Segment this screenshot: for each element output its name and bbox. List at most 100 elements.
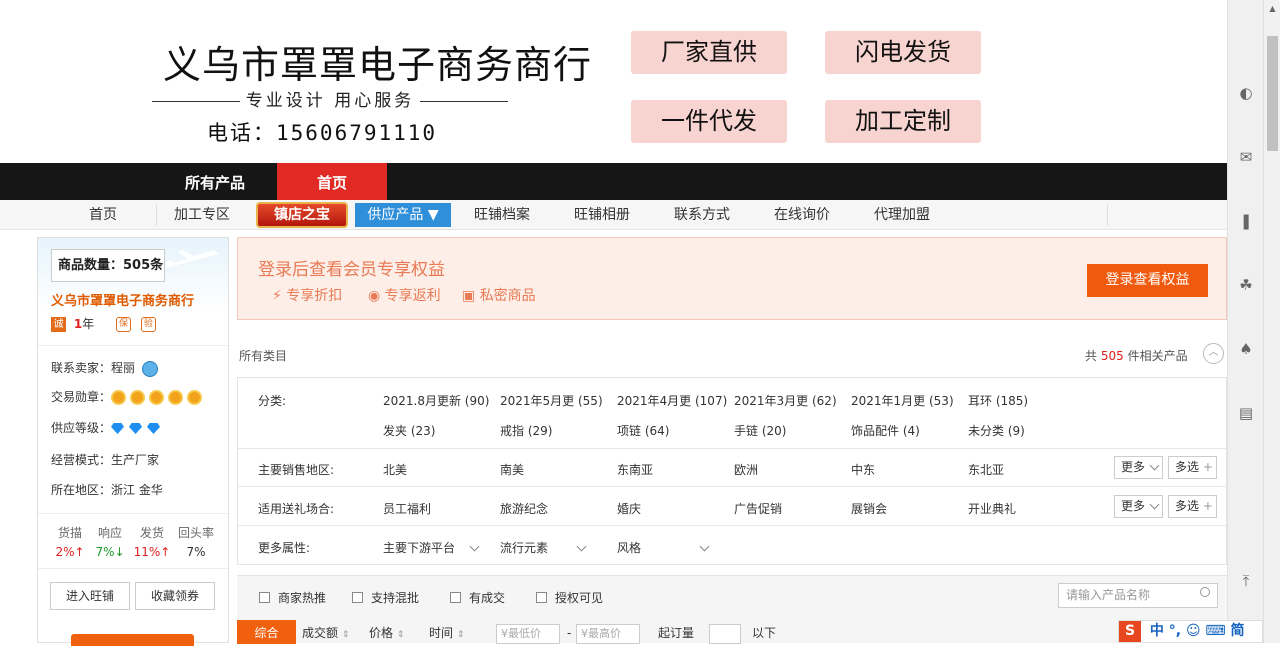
subnav-divider (156, 204, 157, 226)
business-mode-row: 经营模式：生产厂家 (51, 451, 159, 468)
sort-time[interactable]: 时间 ⇕ (429, 620, 464, 644)
category-item[interactable]: 耳环 (185) (968, 392, 1028, 409)
checkbox[interactable] (259, 592, 270, 603)
wangwang-chat-icon[interactable] (141, 360, 158, 377)
checkbox[interactable] (450, 592, 461, 603)
sidebar-shop-name[interactable]: 义乌市罩罩电子商务商行 (51, 290, 194, 309)
nav-home[interactable]: 首页 (277, 163, 387, 200)
sort-volume[interactable]: 成交额 ⇕ (302, 620, 349, 644)
medal-icon (111, 390, 127, 405)
coin-icon: ◉ (368, 288, 381, 304)
nav-all-products[interactable]: 所有产品 (165, 163, 265, 200)
bookmark-icon[interactable]: ❚ (1238, 213, 1254, 229)
region-option[interactable]: 北美 (383, 461, 407, 478)
category-item[interactable]: 2021年4月更 (107) (617, 392, 727, 409)
ime-toolbar[interactable]: S 中 °, ☺ ⌨ 简 (1118, 620, 1263, 643)
treasure-badge[interactable]: 镇店之宝 (256, 202, 348, 228)
region-option[interactable]: 南美 (500, 461, 524, 478)
page-scrollbar[interactable]: ▲ (1263, 0, 1280, 643)
scroll-thumb[interactable] (1267, 36, 1278, 151)
category-item[interactable]: 未分类 (9) (968, 422, 1025, 439)
product-search-input[interactable]: 请输入产品名称 (1058, 583, 1218, 608)
region-option[interactable]: 东北亚 (968, 461, 1004, 478)
occasion-multi-select-button[interactable]: 多选 + (1168, 495, 1217, 518)
occasion-option[interactable]: 广告促销 (734, 500, 782, 517)
region-more-button[interactable]: 更多 (1114, 456, 1163, 479)
login-view-benefits-button[interactable]: 登录查看权益 (1087, 264, 1208, 297)
occasion-option[interactable]: 婚庆 (617, 500, 641, 517)
max-price-input[interactable]: ¥最高价 (576, 624, 640, 644)
sort-price[interactable]: 价格 ⇕ (369, 620, 404, 644)
check-hot-recommend[interactable]: 商家热推 (259, 589, 326, 606)
enter-shop-button[interactable]: 进入旺铺 (50, 582, 130, 610)
supply-products-dropdown[interactable]: 供应产品 ▼ (355, 203, 451, 227)
region-option[interactable]: 欧洲 (734, 461, 758, 478)
checkbox[interactable] (352, 592, 363, 603)
occasion-option[interactable]: 开业典礼 (968, 500, 1016, 517)
check-authorized[interactable]: 授权可见 (536, 589, 603, 606)
region-option[interactable]: 中东 (851, 461, 875, 478)
subnav-shop-profile[interactable]: 旺铺档案 (462, 200, 542, 230)
occasion-option[interactable]: 旅游纪念 (500, 500, 548, 517)
lightning-icon: ⚡ (272, 288, 282, 304)
attr-trend-dropdown[interactable]: 流行元素 (500, 539, 587, 556)
right-side-toolbar: ◐ ✉ ❚ ☘ ♠ ▤ ⤒ (1227, 0, 1263, 643)
guarantee-icon[interactable]: 保 (116, 317, 132, 332)
tag-factory-direct: 厂家直供 (631, 31, 787, 74)
region-option[interactable]: 东南亚 (617, 461, 653, 478)
search-icon[interactable] (1200, 587, 1210, 597)
sort-comprehensive[interactable]: 综合 (237, 620, 296, 644)
occasion-more-button[interactable]: 更多 (1114, 495, 1163, 518)
subnav-inquiry[interactable]: 在线询价 (762, 200, 842, 230)
category-item[interactable]: 手链 (20) (734, 422, 786, 439)
back-to-top-icon[interactable]: ⤒ (1238, 573, 1254, 589)
category-item[interactable]: 2021年1月更 (53) (851, 392, 954, 409)
stat-response: 响应 7%↓ (95, 526, 125, 559)
sort-arrows-icon: ⇕ (396, 630, 405, 640)
mail-icon[interactable]: ✉ (1238, 149, 1254, 165)
notes-icon[interactable]: ▤ (1238, 405, 1254, 421)
subnav-processing[interactable]: 加工专区 (166, 200, 238, 230)
occasion-option[interactable]: 展销会 (851, 500, 887, 517)
sogou-icon[interactable]: S (1119, 621, 1141, 642)
check-mixed-batch[interactable]: 支持混批 (352, 589, 419, 606)
region-multi-select-button[interactable]: 多选 + (1168, 456, 1217, 479)
footprint-icon[interactable]: ☘ (1238, 277, 1254, 293)
divider (238, 486, 1226, 487)
subnav-contact[interactable]: 联系方式 (662, 200, 742, 230)
category-item[interactable]: 发夹 (23) (383, 422, 435, 439)
chevron-down-icon (469, 541, 480, 552)
category-item[interactable]: 2021.8月更新 (90) (383, 392, 489, 409)
contact-label: 联系卖家： (51, 361, 112, 375)
account-icon[interactable]: ◐ (1238, 85, 1254, 101)
collect-coupon-button[interactable]: 收藏领券 (135, 582, 215, 610)
collapse-icon[interactable]: ︿ (1203, 343, 1224, 364)
medal-icon (149, 390, 165, 405)
bell-icon[interactable]: ♠ (1238, 341, 1254, 357)
attr-platform-dropdown[interactable]: 主要下游平台 (383, 539, 480, 556)
min-price-input[interactable]: ¥最低价 (496, 624, 560, 644)
diamond-icon (147, 423, 161, 434)
category-item[interactable]: 2021年5月更 (55) (500, 392, 603, 409)
check-has-deals[interactable]: 有成交 (450, 589, 505, 606)
occasion-option[interactable]: 员工福利 (383, 500, 431, 517)
ime-status[interactable]: 中 °, ☺ ⌨ 简 (1150, 623, 1245, 639)
sort-arrows-icon: ⇕ (456, 630, 465, 640)
subnav-shop-album[interactable]: 旺铺相册 (562, 200, 642, 230)
category-item[interactable]: 2021年3月更 (62) (734, 392, 837, 409)
category-item[interactable]: 项链 (64) (617, 422, 669, 439)
all-categories-breadcrumb[interactable]: 所有类目 (239, 347, 287, 364)
shop-banner: 义乌市罩罩电子商务商行 专业设计 用心服务 电话：15606791110 厂家直… (0, 0, 1227, 163)
category-item[interactable]: 戒指 (29) (500, 422, 552, 439)
years-row: 诚 1年 保 验 (51, 315, 156, 332)
moq-input[interactable] (709, 624, 741, 644)
tag-custom-processing: 加工定制 (825, 100, 981, 143)
category-item[interactable]: 饰品配件 (4) (851, 422, 920, 439)
checkbox[interactable] (536, 592, 547, 603)
attr-style-dropdown[interactable]: 风格 (617, 539, 710, 556)
contact-button-partial[interactable] (71, 634, 194, 646)
subnav-agency[interactable]: 代理加盟 (862, 200, 942, 230)
subnav-home[interactable]: 首页 (70, 200, 136, 230)
scroll-up-icon[interactable]: ▲ (1264, 0, 1280, 17)
verified-icon[interactable]: 验 (140, 317, 156, 332)
